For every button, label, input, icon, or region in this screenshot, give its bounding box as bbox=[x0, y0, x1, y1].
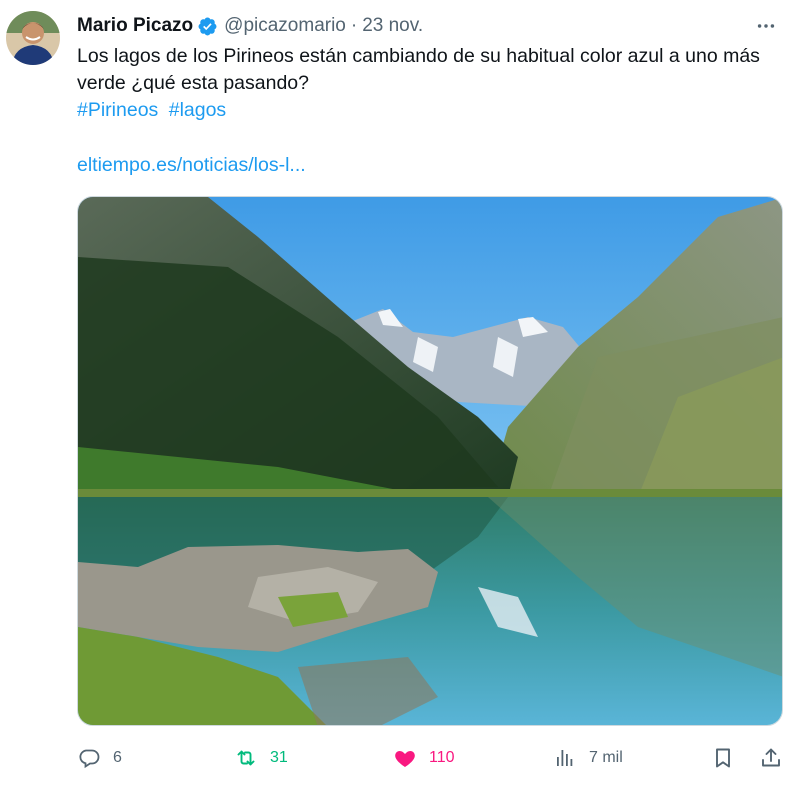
retweet-count: 31 bbox=[270, 749, 288, 766]
separator-dot: · bbox=[350, 15, 358, 36]
hashtag-link[interactable]: #Pirineos bbox=[77, 99, 158, 121]
article-link[interactable]: eltiempo.es/noticias/los-l... bbox=[77, 152, 306, 179]
verified-badge-icon bbox=[197, 16, 218, 37]
reply-button[interactable]: 6 bbox=[77, 740, 122, 776]
views-button[interactable]: 7 mil bbox=[553, 740, 623, 776]
share-icon bbox=[762, 748, 780, 767]
retweet-icon bbox=[237, 750, 255, 766]
author-name[interactable]: Mario Picazo bbox=[77, 15, 193, 37]
tweet-date[interactable]: 23 nov. bbox=[362, 15, 423, 37]
author-handle[interactable]: @picazomario bbox=[224, 15, 346, 37]
views-count: 7 mil bbox=[589, 749, 623, 766]
bookmark-icon bbox=[716, 748, 730, 768]
reply-icon bbox=[79, 749, 100, 769]
bookmark-button[interactable] bbox=[711, 740, 735, 776]
tweet-actions: 6 31 110 7 mil bbox=[77, 740, 787, 776]
hashtags: #Pirineos #lagos bbox=[77, 97, 231, 124]
avatar-image bbox=[6, 11, 60, 65]
author-avatar[interactable] bbox=[6, 11, 60, 65]
lake-landscape-image bbox=[78, 197, 782, 725]
retweet-button[interactable]: 31 bbox=[234, 740, 288, 776]
analytics-icon bbox=[557, 750, 573, 766]
tweet-header: Mario Picazo @picazomario · 23 nov. bbox=[77, 14, 783, 38]
tweet-media-photo[interactable] bbox=[77, 196, 783, 726]
tweet-text: Los lagos de los Pirineos están cambiand… bbox=[77, 45, 760, 94]
like-count: 110 bbox=[429, 749, 455, 766]
more-icon bbox=[757, 24, 775, 28]
more-options-button[interactable] bbox=[749, 12, 783, 40]
like-button[interactable]: 110 bbox=[393, 740, 455, 776]
share-button[interactable] bbox=[759, 740, 783, 776]
hashtag-link[interactable]: #lagos bbox=[169, 99, 226, 121]
reply-count: 6 bbox=[113, 749, 122, 766]
heart-icon bbox=[395, 751, 415, 767]
